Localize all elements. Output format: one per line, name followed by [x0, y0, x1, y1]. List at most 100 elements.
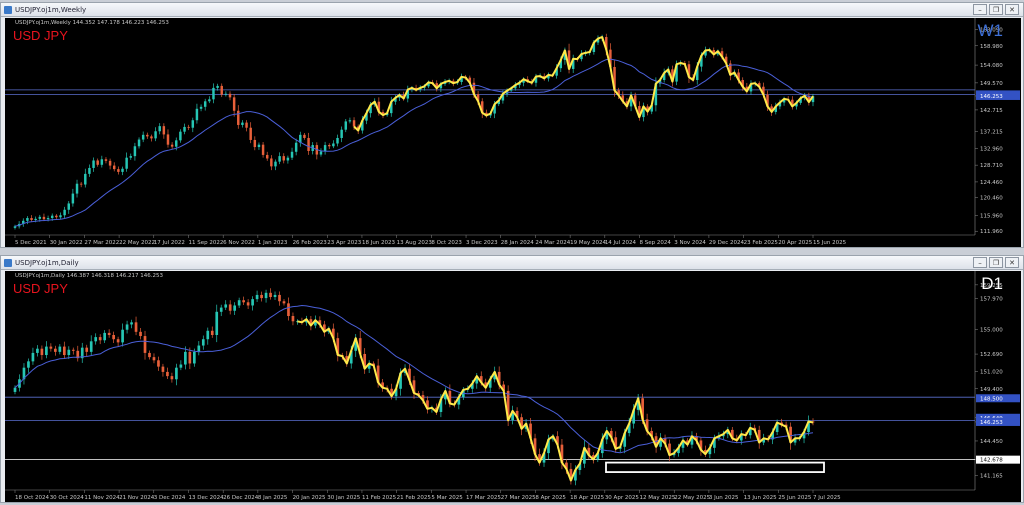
- candle-body: [54, 348, 57, 352]
- price-label-text: 146.253: [980, 94, 1003, 100]
- candle-body: [121, 168, 124, 172]
- minimize-icon[interactable]: –: [973, 257, 987, 268]
- candle-body: [251, 299, 254, 306]
- price-label-text: 142.678: [980, 458, 1003, 464]
- weekly-symbol-label: USD JPY: [13, 28, 68, 43]
- candle-body: [27, 361, 30, 368]
- candle-body: [63, 209, 66, 216]
- time-tick-label: 8 Apr 2025: [535, 495, 566, 501]
- candle-body: [158, 126, 161, 132]
- candle-body: [265, 154, 269, 159]
- candle-body: [31, 352, 35, 362]
- daily-timeframe-label: D1: [981, 274, 1003, 293]
- price-tick-label: 151.020: [980, 370, 1003, 376]
- candle-body: [116, 339, 120, 343]
- candle-body: [291, 316, 295, 322]
- candle-body: [270, 158, 273, 167]
- candle-body: [233, 305, 237, 311]
- candle-body: [84, 173, 87, 185]
- candle-body: [307, 137, 310, 151]
- candle-body: [274, 161, 277, 167]
- time-tick-label: 5 Mar 2025: [431, 495, 463, 501]
- time-tick-label: 26 Dec 2024: [223, 495, 259, 501]
- time-tick-label: 11 Feb 2025: [362, 495, 397, 501]
- candle-body: [278, 294, 281, 302]
- weekly-timeframe-label: W1: [977, 21, 1004, 40]
- candle-body: [46, 218, 50, 220]
- candle-body: [141, 134, 145, 140]
- restore-icon[interactable]: ❐: [989, 4, 1003, 15]
- candle-body: [336, 137, 339, 144]
- restore-icon[interactable]: ❐: [989, 257, 1003, 268]
- candle-body: [232, 97, 236, 111]
- candle-body: [257, 144, 261, 148]
- weekly-chart-area[interactable]: 163.090158.980154.080149.570146.253142.7…: [5, 18, 1021, 247]
- candle-body: [224, 304, 228, 308]
- price-tick-label: 149.570: [980, 81, 1003, 87]
- time-tick-label: 3 Dec 2024: [154, 495, 186, 501]
- close-icon[interactable]: ✕: [1005, 4, 1019, 15]
- price-tick-label: 128.710: [980, 163, 1003, 169]
- candle-body: [323, 145, 327, 152]
- time-tick-label: 20 Jan 2025: [293, 495, 326, 501]
- candle-body: [100, 159, 104, 165]
- time-tick-label: 26 Feb 2023: [293, 240, 328, 246]
- candle-body: [242, 300, 245, 303]
- candle-body: [197, 345, 201, 352]
- candle-body: [103, 332, 107, 341]
- candle-body: [88, 167, 91, 174]
- candle-body: [125, 324, 129, 330]
- weekly-chart-svg: 163.090158.980154.080149.570146.253142.7…: [5, 18, 1020, 246]
- candle-body: [348, 120, 352, 122]
- candle-body: [184, 351, 187, 365]
- close-icon[interactable]: ✕: [1005, 257, 1019, 268]
- time-tick-label: 18 Jun 2023: [362, 240, 396, 246]
- candle-body: [286, 157, 290, 161]
- candle-body: [125, 157, 128, 169]
- candle-body: [264, 292, 268, 299]
- candle-body: [108, 160, 112, 166]
- candle-body: [210, 330, 214, 335]
- daily-chart-area[interactable]: 159.255 157.970 155.000 152.690 151.020 149.4…: [5, 271, 1021, 502]
- weekly-title-bar[interactable]: USDJPY.oj1m,Weekly – ❐ ✕: [1, 3, 1023, 17]
- weekly-chart-window: USDJPY.oj1m,Weekly – ❐ ✕ 163.090 158.980 1…: [0, 2, 1024, 248]
- candle-body: [148, 352, 151, 358]
- candle-body: [143, 336, 147, 353]
- candle-body: [85, 347, 89, 352]
- chart-window-icon: [4, 6, 12, 14]
- price-tick-label: 111.960: [980, 229, 1003, 235]
- time-tick-label: 13 Dec 2024: [188, 495, 224, 501]
- time-tick-label: 30 Oct 2024: [50, 495, 85, 501]
- candle-body: [75, 183, 79, 194]
- candle-body: [220, 85, 223, 95]
- time-tick-label: 13 Jun 2025: [744, 495, 778, 501]
- candle-body: [287, 303, 290, 317]
- candle-body: [208, 99, 211, 102]
- candle-body: [328, 145, 331, 147]
- price-tick-label: 120.460: [980, 196, 1003, 202]
- candle-body: [199, 106, 203, 109]
- chart-window-icon: [4, 259, 12, 267]
- candle-body: [237, 300, 241, 306]
- candle-body: [134, 322, 138, 332]
- candle-body: [112, 165, 116, 170]
- candle-body: [206, 330, 210, 340]
- time-tick-label: 19 May 2024: [570, 240, 606, 246]
- daily-window-title: USDJPY.oj1m,Daily: [15, 259, 79, 267]
- daily-chart-window: USDJPY.oj1m,Daily – ❐ ✕ 159.255 157.970 15…: [0, 255, 1024, 503]
- time-tick-label: 21 Feb 2025: [397, 495, 432, 501]
- candle-body: [67, 203, 70, 210]
- price-label-text: 146.253: [980, 420, 1003, 426]
- price-tick-label: 144.450: [980, 439, 1003, 445]
- candle-body: [303, 134, 306, 138]
- minimize-icon[interactable]: –: [973, 4, 987, 15]
- time-tick-label: 27 Mar 2025: [501, 495, 536, 501]
- candle-body: [187, 126, 190, 128]
- time-tick-label: 27 Mar 2022: [84, 240, 119, 246]
- price-tick-label: 141.165: [980, 474, 1003, 480]
- time-tick-label: 14 Jul 2024: [605, 240, 637, 246]
- candle-body: [42, 216, 46, 220]
- time-tick-label: 15 Jun 2025: [813, 240, 847, 246]
- candle-body: [130, 322, 133, 325]
- daily-title-bar[interactable]: USDJPY.oj1m,Daily – ❐ ✕: [1, 256, 1023, 270]
